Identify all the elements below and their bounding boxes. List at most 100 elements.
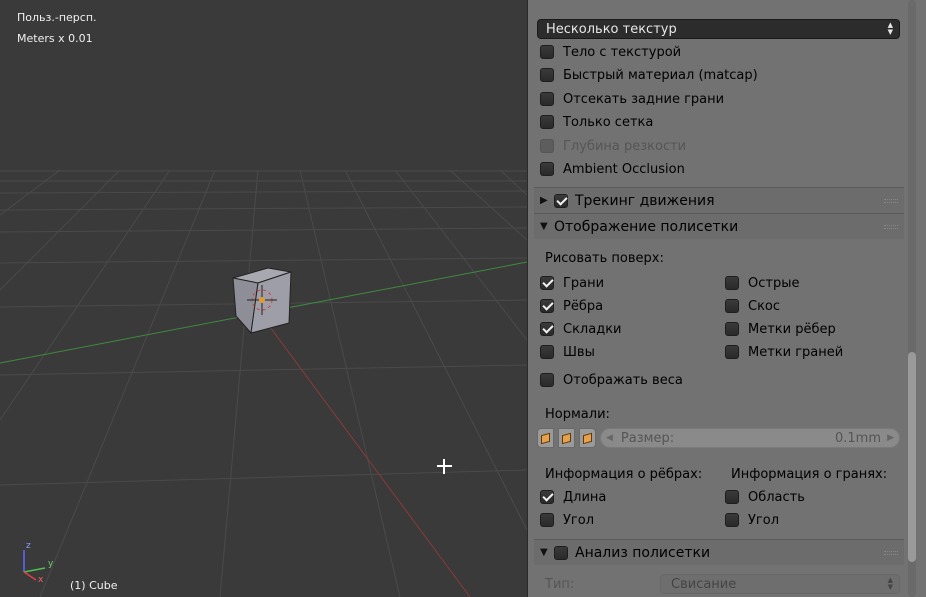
motion-tracking-header[interactable]: ▶ Трекинг движения xyxy=(534,187,904,213)
edge-info-angle[interactable]: Угол xyxy=(540,510,594,530)
option-label: Область xyxy=(748,489,805,505)
size-label: Размер: xyxy=(620,430,675,446)
dropdown-arrows-icon: ▲ ▼ xyxy=(887,576,893,591)
checkbox[interactable] xyxy=(725,513,739,527)
face-info-area[interactable]: Область xyxy=(725,487,805,507)
analysis-type-value: Свисание xyxy=(671,576,737,592)
overlay-edge-marks[interactable]: Метки рёбер xyxy=(725,319,836,339)
face-info-angle[interactable]: Угол xyxy=(725,510,779,530)
option-label: Грани xyxy=(563,275,605,291)
checkbox[interactable] xyxy=(540,373,554,387)
option-label: Длина xyxy=(563,489,607,505)
vertex-normal-icon xyxy=(541,432,550,444)
checkbox[interactable] xyxy=(540,513,554,527)
scrollbar-thumb[interactable] xyxy=(908,352,916,562)
option-label: Отображать веса xyxy=(563,372,683,388)
checkbox[interactable] xyxy=(540,92,554,106)
overlay-seams[interactable]: Швы xyxy=(540,342,595,362)
overlay-label: Рисовать поверх: xyxy=(545,251,664,266)
collapse-triangle-icon[interactable]: ▶ xyxy=(540,195,554,206)
option-label: Только сетка xyxy=(563,114,654,130)
mesh-analysis-checkbox[interactable] xyxy=(554,545,568,560)
edge-info-length[interactable]: Длина xyxy=(540,487,606,507)
option-label: Быстрый материал (matcap) xyxy=(563,67,758,83)
expand-triangle-icon[interactable]: ▼ xyxy=(540,547,554,558)
option-backface-culling[interactable]: Отсекать задние грани xyxy=(540,89,724,109)
axis-y-label: y xyxy=(48,559,54,569)
size-value: 0.1mm xyxy=(834,430,881,446)
active-object-label: (1) Cube xyxy=(70,579,118,592)
split-normal-icon xyxy=(562,432,571,444)
face-info-label: Информация о гранях: xyxy=(731,467,888,482)
overlay-creases[interactable]: Складки xyxy=(540,319,622,339)
normals-label: Нормали: xyxy=(545,407,610,422)
units-label: Meters x 0.01 xyxy=(17,32,93,45)
checkbox[interactable] xyxy=(725,276,739,290)
dropdown-arrows-icon: ▲ ▼ xyxy=(887,21,893,36)
motion-tracking-checkbox[interactable] xyxy=(554,193,568,208)
option-label: Швы xyxy=(563,344,595,360)
option-label: Тело с текстурой xyxy=(563,44,682,60)
option-matcap[interactable]: Быстрый материал (matcap) xyxy=(540,65,758,85)
checkbox[interactable] xyxy=(540,345,554,359)
checkbox[interactable] xyxy=(540,162,554,176)
checkbox[interactable] xyxy=(540,299,554,313)
option-label: Скос xyxy=(748,298,781,314)
mesh-analysis-header[interactable]: ▼ Анализ полисетки xyxy=(534,539,904,565)
checkbox[interactable] xyxy=(540,68,554,82)
analysis-type-dropdown: Свисание ▲ ▼ xyxy=(660,574,900,594)
increment-arrow-icon[interactable]: ▶ xyxy=(887,433,894,443)
texture-mode-value: Несколько текстур xyxy=(546,21,677,37)
option-label: Рёбра xyxy=(563,298,604,314)
option-textured-solid[interactable]: Тело с текстурой xyxy=(540,42,681,62)
drag-grip-icon[interactable] xyxy=(884,199,898,203)
option-label: Угол xyxy=(748,512,780,528)
option-label: Метки рёбер xyxy=(748,321,836,337)
option-ambient-occlusion[interactable]: Ambient Occlusion xyxy=(540,159,685,179)
checkbox[interactable] xyxy=(725,322,739,336)
checkbox[interactable] xyxy=(725,345,739,359)
analysis-type-label: Тип: xyxy=(545,577,575,592)
texture-mode-dropdown[interactable]: Несколько текстур ▲ ▼ xyxy=(537,19,900,39)
option-label: Складки xyxy=(563,321,622,337)
checkbox[interactable] xyxy=(540,45,554,59)
expand-triangle-icon[interactable]: ▼ xyxy=(540,221,554,232)
face-normals-button[interactable] xyxy=(579,428,596,448)
axis-z-label: z xyxy=(26,541,31,551)
option-wire-only[interactable]: Только сетка xyxy=(540,112,653,132)
decrement-arrow-icon[interactable]: ◀ xyxy=(606,433,613,443)
overlay-sharp[interactable]: Острые xyxy=(725,273,799,293)
drag-grip-icon[interactable] xyxy=(884,551,898,555)
checkbox[interactable] xyxy=(725,490,739,504)
checkbox[interactable] xyxy=(540,115,554,129)
option-label: Угол xyxy=(563,512,595,528)
checkbox[interactable] xyxy=(540,322,554,336)
option-label: Ambient Occlusion xyxy=(563,161,685,177)
option-show-weights[interactable]: Отображать веса xyxy=(540,370,683,390)
option-label: Глубина резкости xyxy=(563,138,687,154)
overlay-edges[interactable]: Рёбра xyxy=(540,296,603,316)
checkbox[interactable] xyxy=(540,490,554,504)
overlay-face-marks[interactable]: Метки граней xyxy=(725,342,843,362)
option-label: Отсекать задние грани xyxy=(563,91,725,107)
drag-grip-icon[interactable] xyxy=(884,225,898,229)
option-label: Острые xyxy=(748,275,800,291)
mesh-display-header[interactable]: ▼ Отображение полисетки xyxy=(534,213,904,239)
section-title: Трекинг движения xyxy=(575,192,715,209)
axis-x-label: x xyxy=(38,575,44,585)
overlay-bevel[interactable]: Скос xyxy=(725,296,780,316)
overlay-faces[interactable]: Грани xyxy=(540,273,604,293)
checkbox xyxy=(540,139,554,153)
edge-info-label: Информация о рёбрах: xyxy=(545,467,703,482)
vertex-normals-button[interactable] xyxy=(537,428,554,448)
checkbox[interactable] xyxy=(540,276,554,290)
option-depth-of-field: Глубина резкости xyxy=(540,136,686,156)
split-normals-button[interactable] xyxy=(558,428,575,448)
section-title: Анализ полисетки xyxy=(575,544,711,561)
3d-viewport[interactable]: Польз.-персп. Meters x 0.01 (1) Cube z y… xyxy=(0,0,527,597)
option-label: Метки граней xyxy=(748,344,844,360)
checkbox[interactable] xyxy=(725,299,739,313)
viewport-grid xyxy=(0,169,527,597)
normal-size-field[interactable]: ◀ Размер: 0.1mm ▶ xyxy=(600,428,900,448)
section-title: Отображение полисетки xyxy=(554,218,739,235)
